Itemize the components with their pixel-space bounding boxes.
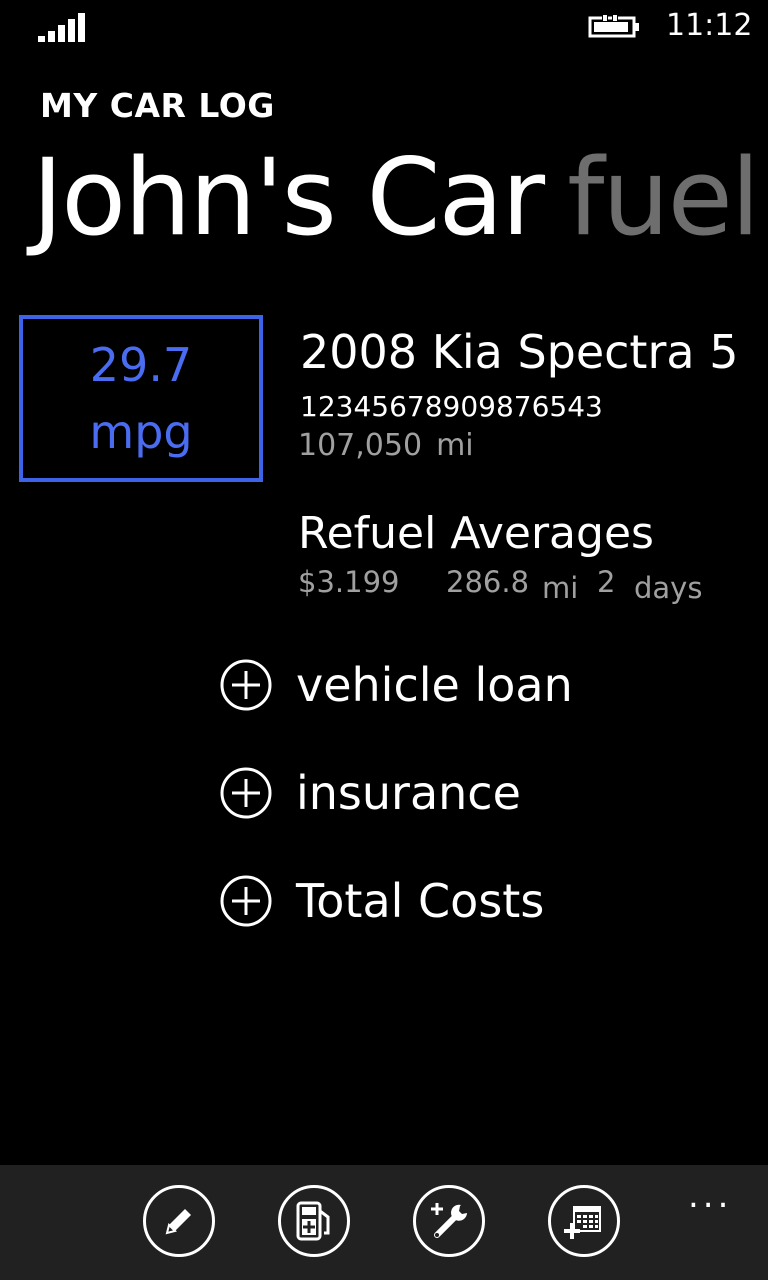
status-time: 11:12 bbox=[666, 8, 753, 43]
avg-distance: 286.8 bbox=[446, 565, 530, 599]
refuel-averages-title: Refuel Averages bbox=[298, 508, 654, 559]
pivot-next-title[interactable]: fuel bbox=[567, 136, 760, 259]
pivot-header[interactable]: John's Car fuel bbox=[32, 139, 760, 257]
add-circle-icon[interactable] bbox=[220, 767, 272, 819]
avg-interval-unit: days bbox=[634, 571, 703, 605]
section-label[interactable]: vehicle loan bbox=[296, 658, 573, 712]
more-options-button[interactable]: ... bbox=[688, 1176, 732, 1216]
insurance-row[interactable]: insurance bbox=[220, 763, 521, 823]
add-fuel-icon bbox=[296, 1201, 330, 1241]
edit-button[interactable] bbox=[143, 1185, 215, 1257]
signal-strength-icon bbox=[38, 12, 88, 42]
add-calendar-icon bbox=[564, 1206, 601, 1239]
app-bar bbox=[0, 1165, 768, 1280]
section-label[interactable]: insurance bbox=[296, 766, 521, 820]
vehicle-vin: 12345678909876543 bbox=[300, 390, 603, 423]
add-circle-icon[interactable] bbox=[220, 875, 272, 927]
add-fuel-button[interactable] bbox=[278, 1185, 350, 1257]
total-costs-row[interactable]: Total Costs bbox=[220, 871, 544, 931]
avg-interval: 2 bbox=[597, 565, 616, 599]
add-service-wrench-icon bbox=[431, 1203, 467, 1238]
mpg-value: 29.7 bbox=[89, 337, 193, 392]
odometer-value: 107,050 bbox=[298, 428, 423, 463]
battery-charging-icon bbox=[588, 14, 639, 38]
section-label[interactable]: Total Costs bbox=[296, 874, 544, 928]
pivot-current-title[interactable]: John's Car bbox=[32, 136, 545, 259]
edit-pencil-icon bbox=[165, 1209, 191, 1235]
mpg-tile[interactable]: 29.7 mpg bbox=[19, 315, 263, 482]
app-title: MY CAR LOG bbox=[40, 86, 275, 125]
vehicle-loan-row[interactable]: vehicle loan bbox=[220, 655, 573, 715]
odometer-unit: mi bbox=[436, 428, 474, 463]
avg-distance-unit: mi bbox=[542, 571, 579, 605]
add-circle-icon[interactable] bbox=[220, 659, 272, 711]
mpg-unit: mpg bbox=[89, 404, 193, 459]
refuel-averages-row: $3.199 286.8 mi 2 days bbox=[298, 565, 738, 605]
add-calendar-button[interactable] bbox=[548, 1185, 620, 1257]
add-service-button[interactable] bbox=[413, 1185, 485, 1257]
vehicle-name: 2008 Kia Spectra 5 bbox=[300, 325, 739, 379]
avg-price: $3.199 bbox=[298, 565, 400, 599]
vehicle-odometer: 107,050 mi bbox=[298, 428, 474, 463]
